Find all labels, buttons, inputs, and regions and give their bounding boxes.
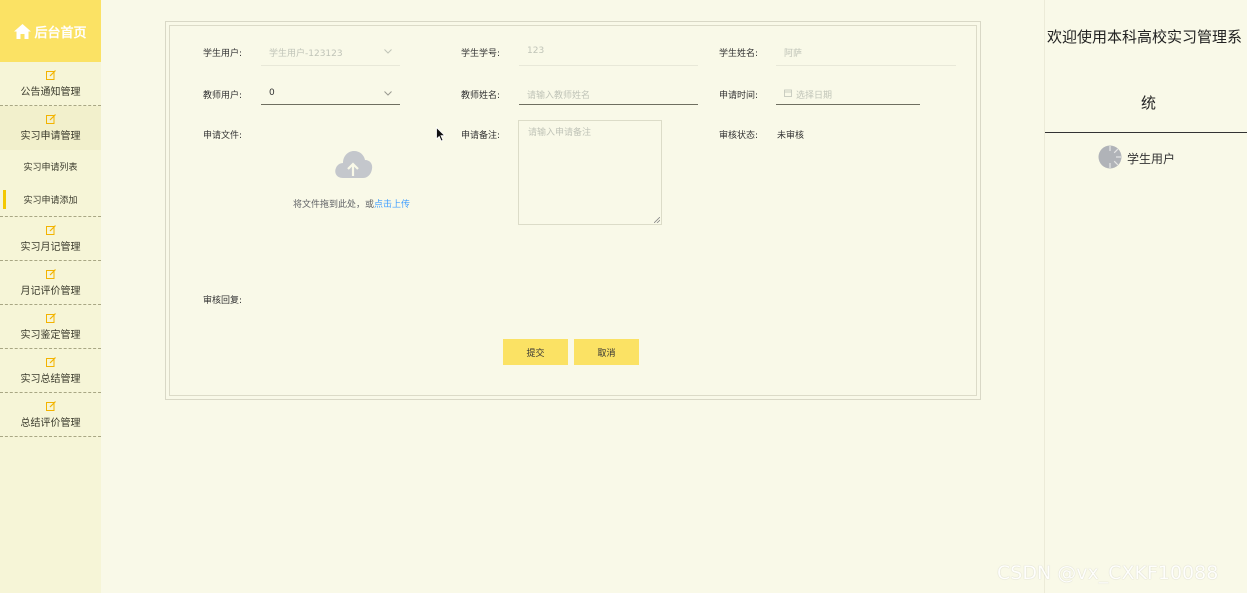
apply-time-underline [776,104,920,105]
menu-item-diary[interactable]: 实习月记管理 [0,217,101,261]
student-no-underline [519,65,698,66]
submenu-item-apply-list[interactable]: 实习申请列表 [0,150,101,183]
submit-button[interactable]: 提交 [503,339,568,365]
home-icon [14,23,32,39]
teacher-user-label: 教师用户: [203,91,243,101]
welcome-title: 欢迎使用本科高校实习管理系 [1047,28,1243,46]
student-no-label: 学生学号: [461,49,501,59]
menu-item-label: 实习申请管理 [20,131,81,142]
current-user[interactable]: 学生用户 [1127,150,1175,167]
right-panel: 欢迎使用本科高校实习管理系 统 学生用户 [1044,0,1247,593]
teacher-user-select[interactable]: 0 [269,88,275,98]
welcome-title-cont: 统 [1141,94,1157,112]
upload-link[interactable]: 点击上传 [374,200,410,210]
student-user-label: 学生用户: [203,49,243,59]
apply-time-label: 申请时间: [719,91,759,101]
menu-item-summary-review[interactable]: 总结评价管理 [0,393,101,437]
teacher-name-label: 教师姓名: [461,91,501,101]
edit-icon [45,400,56,411]
menu-item-appraisal[interactable]: 实习鉴定管理 [0,305,101,349]
menu-item-summary[interactable]: 实习总结管理 [0,349,101,393]
home-link[interactable]: 后台首页 [0,0,101,62]
upload-hint: 将文件拖到此处，或点击上传 [293,197,410,210]
apply-file-label: 申请文件: [203,131,243,141]
menu-item-diary-review[interactable]: 月记评价管理 [0,261,101,305]
submenu-item-apply-add[interactable]: 实习申请添加 [0,183,101,216]
menu-item-label: 总结评价管理 [20,417,81,429]
edit-icon [45,114,56,124]
audit-status-label: 审核状态: [719,131,759,141]
edit-icon [45,312,56,323]
avatar-icon [1098,145,1122,169]
sidebar: 后台首页 公告通知管理 实习申请管理 实习申请列表 实习申请添加 实习月记管理 … [0,0,101,593]
apply-remark-textarea[interactable]: 请输入申请备注 [518,120,662,225]
edit-icon [45,268,56,279]
audit-status-value: 未审核 [777,131,805,141]
chevron-down-icon[interactable] [384,91,392,96]
upload-cloud-icon [335,151,373,178]
teacher-name-underline [519,104,698,105]
student-name-input[interactable]: 阿萨 [784,46,802,59]
apply-time-input[interactable]: 选择日期 [796,88,832,101]
menu-item-notice[interactable]: 公告通知管理 [0,62,101,106]
apply-remark-label: 申请备注: [461,131,501,141]
teacher-name-input[interactable]: 请输入教师姓名 [527,88,590,101]
panel-divider [1045,132,1247,133]
student-name-underline [776,65,956,66]
student-no-input[interactable]: 123 [527,46,544,56]
audit-reply-label: 审核回复: [203,296,243,306]
upload-hint-text: 将文件拖到此处，或 [293,200,375,210]
student-name-label: 学生姓名: [719,49,759,59]
menu-item-label: 月记评价管理 [20,285,81,297]
apply-remark-placeholder: 请输入申请备注 [528,128,592,138]
edit-icon [45,69,56,80]
student-user-select[interactable]: 学生用户-123123 [269,46,343,59]
student-user-underline [261,65,400,66]
submenu-item-label: 实习申请列表 [23,163,78,173]
mouse-cursor-icon [436,127,446,142]
edit-icon [45,356,56,367]
brand-label: 后台首页 [34,25,87,41]
calendar-icon [784,89,792,97]
menu-item-label: 实习鉴定管理 [20,329,81,341]
submenu-item-label: 实习申请添加 [23,196,78,206]
watermark: CSDN @vx_CXKF10088 [997,562,1219,584]
resize-handle-icon[interactable] [654,217,660,223]
cancel-button[interactable]: 取消 [574,339,639,365]
menu-item-label: 实习总结管理 [20,373,81,385]
chevron-down-icon[interactable] [384,49,392,54]
menu-item-label: 公告通知管理 [20,86,81,98]
menu-item-label: 实习月记管理 [20,241,81,253]
teacher-user-underline [261,104,400,105]
edit-icon [45,224,56,235]
menu-item-apply[interactable]: 实习申请管理 [0,106,101,150]
